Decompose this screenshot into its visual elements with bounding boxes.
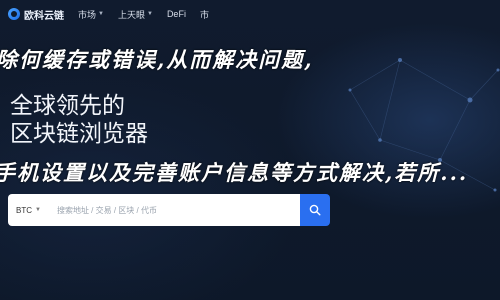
- nav-item-label: 市: [199, 9, 209, 20]
- top-nav: 欧科云链 市场 ▼ 上天眼 ▼ DeFi 市: [0, 0, 500, 28]
- nav-item-more[interactable]: 市: [200, 8, 209, 21]
- nav-item-tianyan[interactable]: 上天眼 ▼: [118, 8, 153, 21]
- logo-text: 欧科云链: [24, 10, 64, 22]
- search-bar: BTC ▼: [8, 194, 330, 226]
- nav-item-label: 上天眼: [117, 9, 145, 20]
- chevron-down-icon: ▼: [146, 11, 153, 17]
- coin-select-value: BTC: [16, 205, 32, 215]
- chevron-down-icon: ▼: [98, 11, 104, 17]
- hero-title-line: 全球领先的: [10, 93, 125, 119]
- nav-item-market[interactable]: 市场 ▼: [78, 8, 104, 21]
- hero-title: 全球领先的 区块链浏览器: [10, 92, 148, 148]
- coin-select[interactable]: BTC ▼: [16, 206, 41, 215]
- nav-item-label: DeFi: [166, 9, 186, 19]
- overlay-banner-text: 除何缓存或错误,从而解决问题,: [0, 47, 314, 72]
- nav-item-label: 市场: [78, 9, 97, 20]
- search-button[interactable]: [300, 194, 330, 226]
- search-box: BTC ▼: [8, 194, 300, 226]
- logo-icon: [8, 8, 20, 20]
- nav-item-defi[interactable]: DeFi: [167, 9, 186, 19]
- overlay-banner-text: 手机设置以及完善账户信息等方式解决,若所...: [0, 160, 469, 185]
- search-icon: [309, 204, 321, 216]
- hero-title-line: 区块链浏览器: [10, 121, 148, 147]
- search-input[interactable]: [54, 204, 259, 216]
- chevron-down-icon: ▼: [35, 207, 41, 213]
- logo[interactable]: 欧科云链: [8, 7, 64, 22]
